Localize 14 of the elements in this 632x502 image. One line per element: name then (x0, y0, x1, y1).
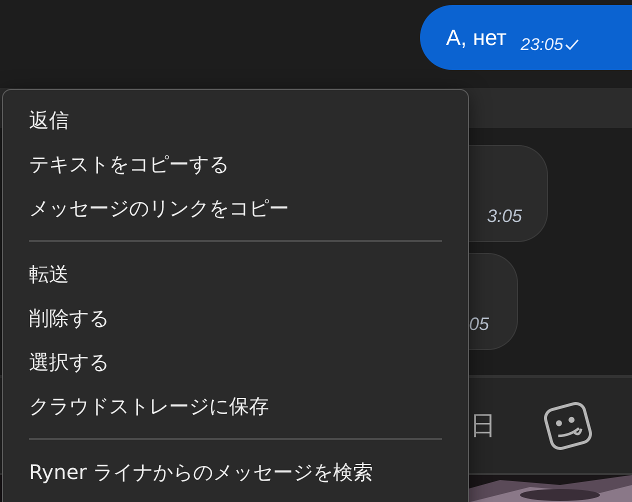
menu-item[interactable]: クラウドストレージに保存 (3, 384, 468, 428)
menu-item[interactable]: 転送 (3, 252, 468, 296)
message-time: 3:05 (486, 206, 523, 227)
composer-text: 日 (470, 410, 496, 443)
check-icon (565, 38, 580, 50)
message-time: 05 (468, 314, 490, 335)
menu-item[interactable]: メッセージのリンクをコピー (3, 186, 468, 230)
message-time: 23:05 (520, 34, 564, 54)
menu-item[interactable]: Ryner ライナからのメッセージを検索 (3, 450, 468, 494)
menu-item[interactable]: 削除する (3, 296, 468, 340)
message-text: А, нет (446, 24, 507, 50)
menu-item[interactable]: 返信 (3, 98, 468, 142)
menu-item[interactable]: 選択する (3, 340, 468, 384)
menu-item[interactable]: テキストをコピーする (3, 142, 468, 186)
